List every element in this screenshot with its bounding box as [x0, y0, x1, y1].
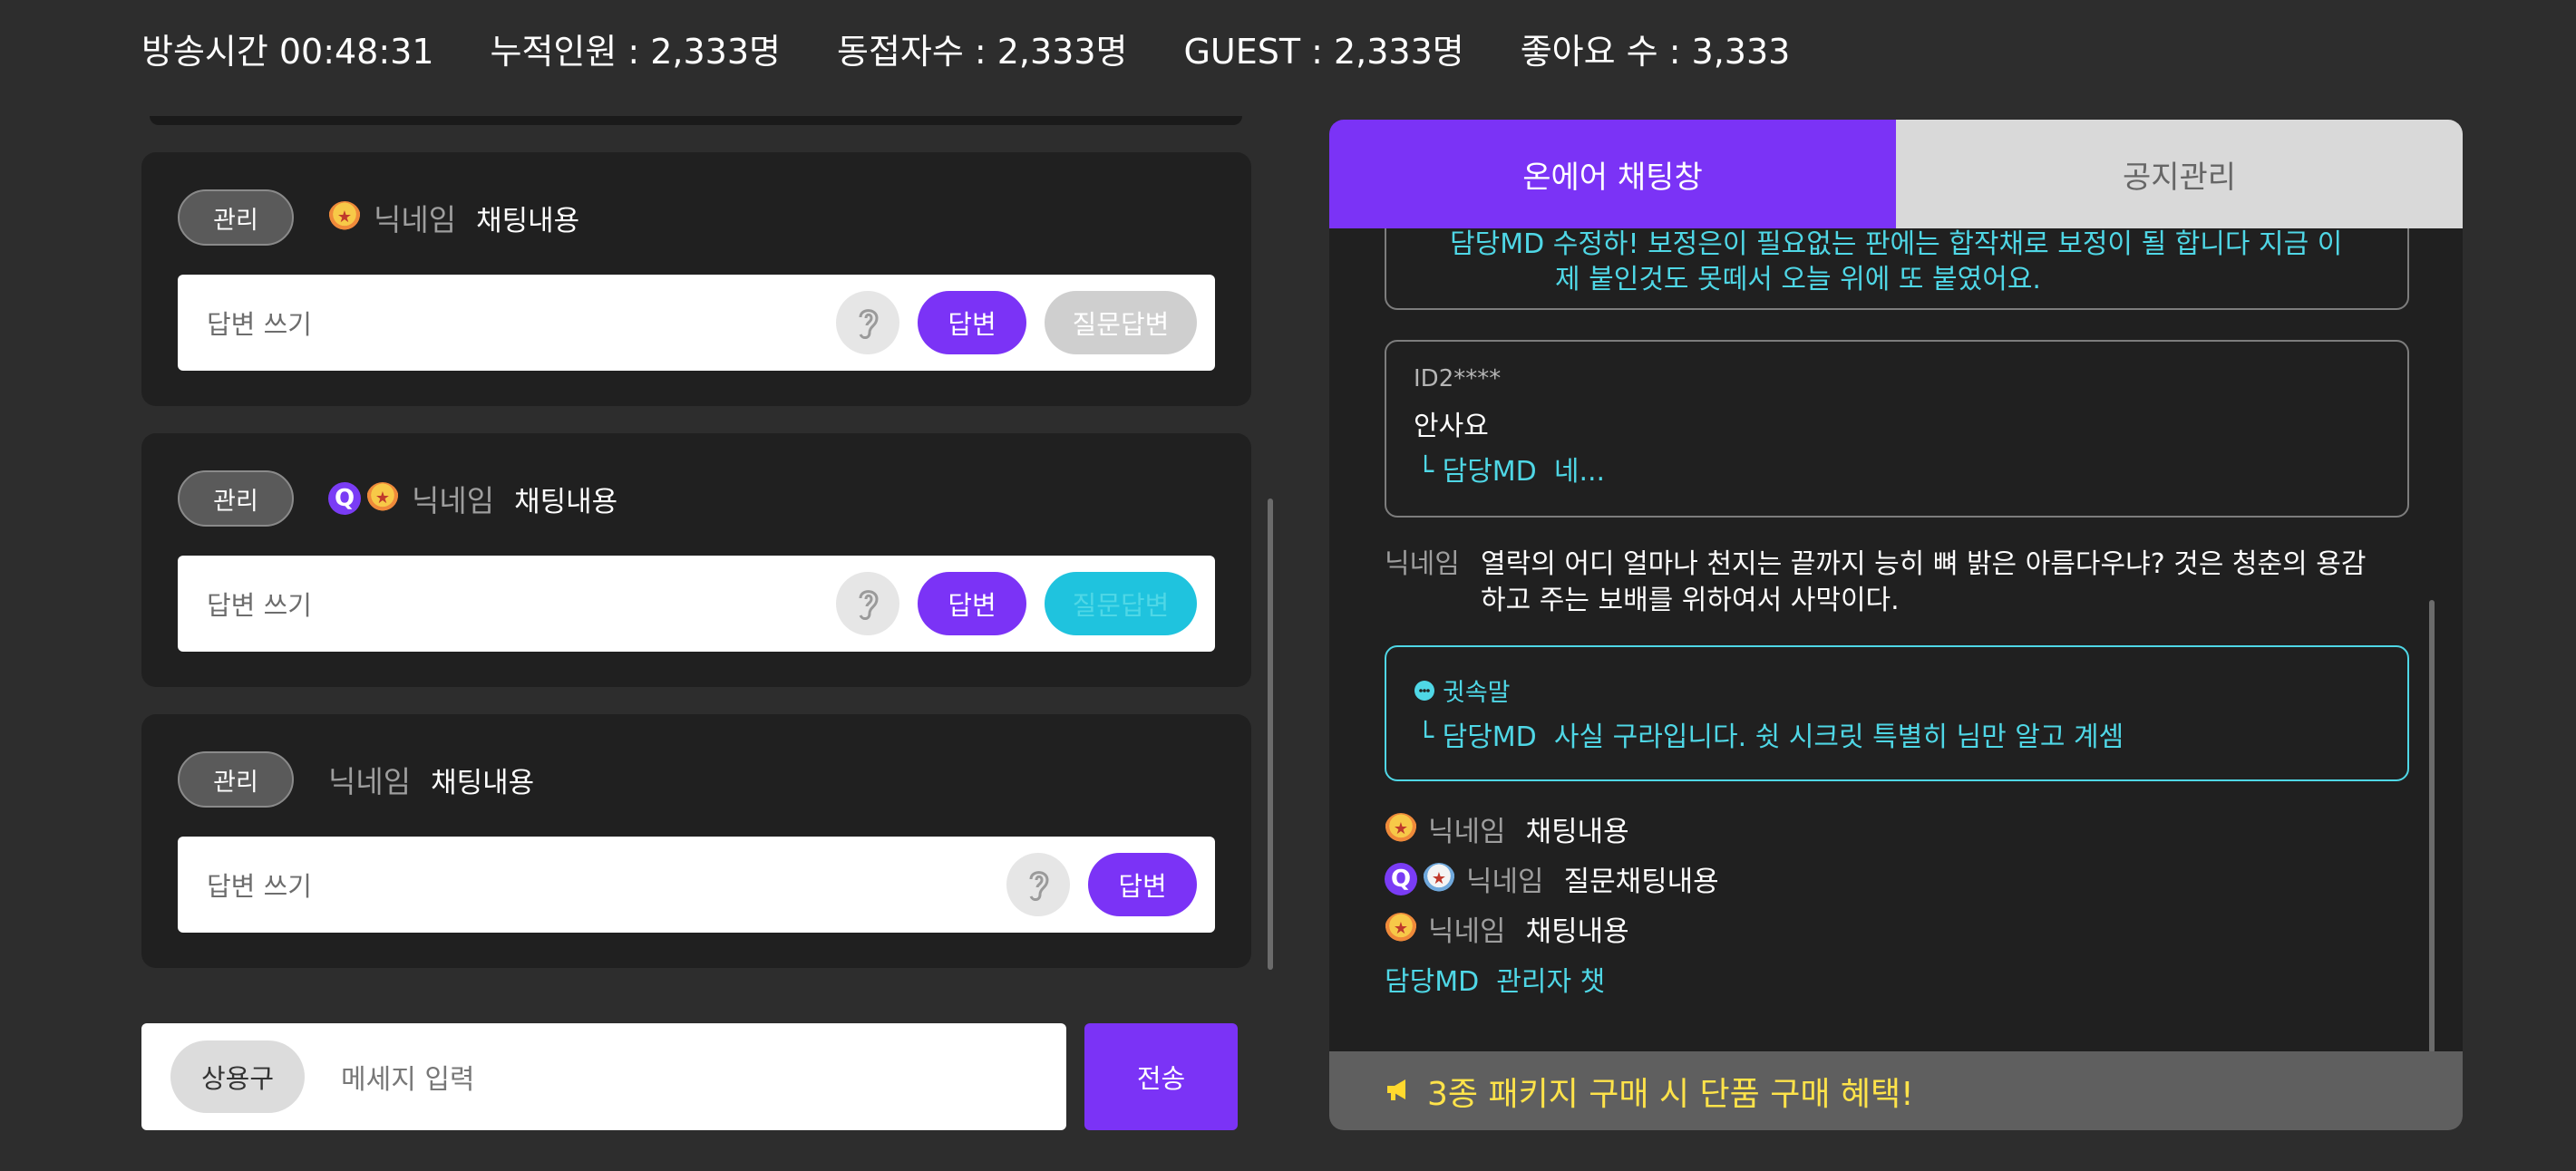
question-card: 관리 ★ 닉네임 채팅내용 답변 쓰기 답변 질문답변	[141, 152, 1251, 406]
card-header: 관리 ★ 닉네임 채팅내용	[178, 189, 579, 247]
chat-content: 채팅내용	[431, 766, 535, 799]
answer-placeholder: 답변 쓰기	[207, 590, 312, 621]
broadcast-time: 방송시간 00:48:31	[141, 31, 434, 72]
chat-panel: 온에어 채팅창 공지관리 담당MD 수정하! 보정은이 필요없는 판에는 합작채…	[1329, 120, 2463, 1130]
cumulative-count: 누적인원 :2,333명	[490, 31, 781, 72]
chat-scrollbar[interactable]	[2429, 600, 2435, 1053]
chat-content: 채팅내용	[514, 485, 618, 518]
medal-icon: ★	[1385, 812, 1417, 846]
user-id: ID2****	[1414, 365, 1502, 392]
chat-box-partial: 담당MD 수정하! 보정은이 필요없는 판에는 합작채로 보정이 될 합니다 지…	[1385, 228, 2409, 310]
chat-line: ★ 닉네임 채팅내용	[1385, 808, 1629, 849]
chat-content: 채팅내용	[1525, 816, 1629, 848]
notice-text: 3종 패키지 구매 시 단품 구매 혜택!	[1427, 1075, 1914, 1113]
answer-input[interactable]: 답변 쓰기 답변 질문답변	[178, 556, 1215, 652]
notice-banner[interactable]: 3종 패키지 구매 시 단품 구매 혜택!	[1329, 1051, 2463, 1130]
nickname: 닉네임	[328, 764, 412, 799]
chat-content: 채팅내용	[476, 204, 580, 237]
question-card: 관리 Q ★ 닉네임 채팅내용 답변 쓰기 답변 질문답변	[141, 433, 1251, 687]
tab-onair-chat[interactable]: 온에어 채팅창	[1329, 120, 1896, 228]
tab-notice-management[interactable]: 공지관리	[1896, 120, 2463, 228]
answer-button[interactable]: 답변	[918, 572, 1026, 635]
card-header: 관리 닉네임 채팅내용	[178, 750, 534, 808]
answer-button[interactable]: 답변	[1088, 853, 1197, 916]
guest-count: GUEST :2,333명	[1183, 31, 1464, 72]
medal-icon: ★	[1423, 862, 1455, 895]
previous-card-edge	[150, 116, 1242, 125]
likes-count: 좋아요 수 :3,333	[1520, 31, 1791, 72]
answer-placeholder: 답변 쓰기	[207, 871, 312, 902]
medal-icon: ★	[1385, 912, 1417, 945]
question-card: 관리 닉네임 채팅내용 답변 쓰기 답변	[141, 714, 1251, 968]
chat-line: ★ 닉네임 채팅내용	[1385, 908, 1629, 949]
megaphone-icon	[1385, 1074, 1413, 1108]
message-input[interactable]: 상용구 메세지 입력	[141, 1023, 1066, 1130]
medal-icon: ★	[328, 201, 361, 234]
left-scrollbar[interactable]	[1268, 498, 1273, 970]
partial-second-line: 제 붙인것도 못떼서 오늘 위에 또 붙였어요.	[1555, 264, 2041, 295]
message-placeholder: 메세지 입력	[341, 1064, 475, 1096]
question-badge-icon: Q	[1385, 862, 1417, 895]
chat-tabs: 온에어 채팅창 공지관리	[1329, 120, 2463, 228]
answer-input[interactable]: 답변 쓰기 답변	[178, 837, 1215, 933]
answer-placeholder: 답변 쓰기	[207, 309, 312, 340]
card-header: 관리 Q ★ 닉네임 채팅내용	[178, 469, 617, 527]
manage-button[interactable]: 관리	[178, 751, 294, 808]
nickname: 닉네임	[1428, 816, 1506, 848]
send-button[interactable]: 전송	[1084, 1023, 1238, 1130]
message-line-1: 열락의 어디 얼마나 천지는 끝까지 능히 뼈 밝은 아름다우냐? 것은 청춘의…	[1481, 548, 2367, 580]
admin-chat-line: 담당MD 관리자 챗	[1385, 959, 1605, 999]
chat-line: Q ★ 닉네임 질문채팅내용	[1385, 858, 1719, 899]
ear-icon[interactable]	[1006, 853, 1070, 916]
ear-icon[interactable]	[836, 572, 899, 635]
qa-answer-button[interactable]: 질문답변	[1045, 291, 1197, 354]
whisper-box: 귓속말 └ 담당MD 사실 구라입니다. 쉿 시크릿 특별히 님만 알고 계셈	[1385, 645, 2409, 781]
answer-input[interactable]: 답변 쓰기 답변 질문답변	[178, 275, 1215, 371]
phrase-button[interactable]: 상용구	[170, 1040, 305, 1113]
ear-icon[interactable]	[836, 291, 899, 354]
qa-answer-button[interactable]: 질문답변	[1045, 572, 1197, 635]
concurrent-count: 동접자수 :2,333명	[837, 31, 1128, 72]
chat-box-question: ID2**** 안사요 └ 담당MD 네...	[1385, 340, 2409, 518]
nickname: 닉네임	[412, 483, 495, 518]
admin-label: 담당MD	[1385, 966, 1480, 998]
manage-button[interactable]: 관리	[178, 470, 294, 527]
md-reply: └ 담당MD 네...	[1417, 456, 1606, 488]
stats-bar: 방송시간 00:48:31 누적인원 :2,333명 동접자수 :2,333명 G…	[141, 20, 1846, 76]
message-line-2: 하고 주는 보배를 위하여서 사막이다.	[1481, 585, 1900, 616]
admin-content: 관리자 챗	[1496, 966, 1606, 998]
chat-list: 담당MD 수정하! 보정은이 필요없는 판에는 합작채로 보정이 될 합니다 지…	[1329, 228, 2463, 1062]
nickname: 닉네임	[374, 202, 457, 237]
whisper-icon	[1414, 680, 1434, 701]
nickname: 닉네임	[1466, 866, 1544, 898]
whisper-reply: └ 담당MD 사실 구라입니다. 쉿 시크릿 특별히 님만 알고 계셈	[1417, 721, 2124, 753]
manage-button[interactable]: 관리	[178, 189, 294, 246]
medal-icon: ★	[366, 482, 399, 515]
question-text: 안사요	[1414, 411, 1489, 442]
chat-content: 질문채팅내용	[1563, 866, 1719, 898]
question-badge-icon: Q	[328, 482, 361, 515]
whisper-title: 귓속말	[1414, 673, 1511, 708]
chat-content: 채팅내용	[1525, 915, 1629, 948]
answer-button[interactable]: 답변	[918, 291, 1026, 354]
nickname: 닉네임	[1428, 915, 1506, 948]
nickname: 닉네임	[1385, 548, 1460, 580]
